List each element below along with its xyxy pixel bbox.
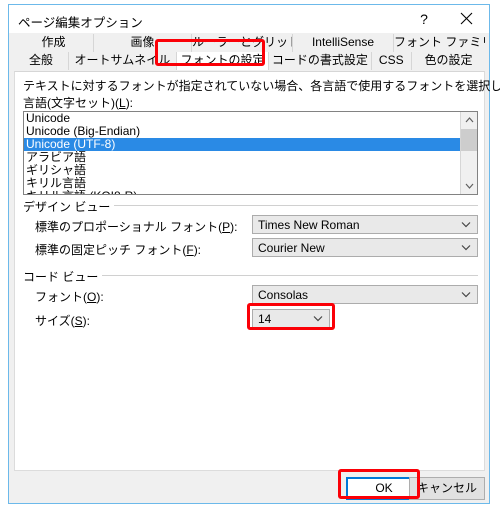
proportional-font-label: 標準のプロポーショナル フォント(P):	[35, 218, 237, 235]
language-charset-label: 言語(文字セット)(L):	[23, 94, 133, 111]
language-list-scrollbar[interactable]	[460, 112, 477, 194]
font-settings-panel: テキストに対するフォントが指定されていない場合、各言語で使用するフォントを選択し…	[14, 71, 500, 471]
code-font-label-accesskey: O	[87, 290, 97, 304]
proportional-font-combobox[interactable]: Times New Roman	[252, 215, 478, 234]
chevron-down-icon[interactable]	[459, 239, 473, 256]
language-label-post: ):	[125, 96, 134, 110]
list-item[interactable]: キリル言語 (KOI8-R)	[24, 190, 461, 194]
proportional-font-value: Times New Roman	[258, 218, 360, 232]
tab-row-bottom: 全般 オートサムネイル フォントの設定 コードの書式設定 CSS 色の設定	[14, 52, 485, 70]
tab-color-settings[interactable]: 色の設定	[411, 52, 485, 70]
scroll-up-arrow-icon[interactable]	[461, 112, 477, 128]
code-font-value: Consolas	[258, 288, 309, 302]
tab-intellisense[interactable]: IntelliSense	[293, 34, 394, 52]
code-font-combobox[interactable]: Consolas	[252, 285, 478, 304]
panel-description: テキストに対するフォントが指定されていない場合、各言語で使用するフォントを選択し…	[23, 79, 500, 93]
tab-creation[interactable]: 作成	[14, 34, 94, 52]
title-bar: ページ編集オプション ?	[9, 5, 489, 33]
code-font-label: フォント(O):	[35, 288, 104, 305]
proportional-label-accesskey: P	[222, 220, 231, 234]
tab-row-top: 作成 画像 ルーラーとグリッド IntelliSense フォント ファミリ	[14, 34, 485, 52]
code-view-group-label: コード ビュー	[23, 268, 103, 285]
proportional-label-pre: 標準のプロポーショナル フォント(	[35, 220, 223, 234]
list-item[interactable]: キリル言語	[24, 177, 461, 190]
fixed-label-accesskey: F	[186, 243, 194, 257]
chevron-down-icon[interactable]	[459, 286, 473, 303]
scrollbar-thumb[interactable]	[461, 129, 477, 151]
code-size-combobox[interactable]: 14	[252, 309, 330, 328]
language-label-accesskey: L	[119, 96, 126, 110]
cancel-button[interactable]: キャンセル	[409, 477, 485, 500]
tab-ruler-grid[interactable]: ルーラーとグリッド	[192, 34, 293, 52]
list-item[interactable]: アラビア語	[24, 151, 461, 164]
tab-general[interactable]: 全般	[14, 52, 69, 70]
list-item[interactable]: Unicode	[24, 112, 461, 125]
tab-strip: 作成 画像 ルーラーとグリッド IntelliSense フォント ファミリ 全…	[14, 34, 485, 71]
chevron-down-icon[interactable]	[311, 310, 325, 327]
page-edit-options-dialog: ページ編集オプション ? 作成 画像 ルーラーとグリッド IntelliSens…	[8, 4, 500, 504]
tab-css[interactable]: CSS	[371, 52, 412, 70]
tab-font-settings[interactable]: フォントの設定	[176, 52, 270, 70]
fixed-label-post: ):	[193, 243, 202, 257]
tab-font-family[interactable]: フォント ファミリ	[394, 34, 485, 52]
list-item-selected[interactable]: Unicode (UTF-8)	[24, 138, 461, 151]
fixed-pitch-font-value: Courier New	[258, 241, 325, 255]
code-font-label-pre: フォント(	[35, 290, 87, 304]
tab-images[interactable]: 画像	[94, 34, 192, 52]
code-size-value: 14	[258, 312, 272, 326]
design-view-group-label: デザイン ビュー	[23, 198, 115, 215]
fixed-pitch-font-label: 標準の固定ピッチ フォント(F):	[35, 241, 201, 258]
code-size-label: サイズ(S):	[35, 312, 90, 329]
code-size-label-post: ):	[82, 314, 90, 328]
list-item[interactable]: ギリシャ語	[24, 164, 461, 177]
language-list-items: Unicode Unicode (Big-Endian) Unicode (UT…	[24, 112, 461, 194]
chevron-down-icon[interactable]	[459, 216, 473, 233]
close-icon[interactable]	[447, 5, 485, 32]
list-item[interactable]: Unicode (Big-Endian)	[24, 125, 461, 138]
fixed-label-pre: 標準の固定ピッチ フォント(	[35, 243, 187, 257]
fixed-pitch-font-combobox[interactable]: Courier New	[252, 238, 478, 257]
code-size-label-accesskey: S	[74, 314, 83, 328]
help-icon[interactable]: ?	[405, 5, 443, 32]
language-listbox[interactable]: Unicode Unicode (Big-Endian) Unicode (UT…	[23, 111, 478, 195]
tab-code-format[interactable]: コードの書式設定	[269, 52, 372, 70]
proportional-label-post: ):	[230, 220, 238, 234]
scroll-down-arrow-icon[interactable]	[461, 178, 477, 194]
help-question-mark: ?	[420, 10, 428, 27]
tab-auto-thumbnail[interactable]: オートサムネイル	[68, 52, 177, 70]
code-font-label-post: ):	[96, 290, 104, 304]
code-size-label-pre: サイズ(	[35, 314, 75, 328]
window-title: ページ編集オプション	[18, 16, 143, 30]
language-label-pre: 言語(文字セット)(	[23, 96, 119, 110]
